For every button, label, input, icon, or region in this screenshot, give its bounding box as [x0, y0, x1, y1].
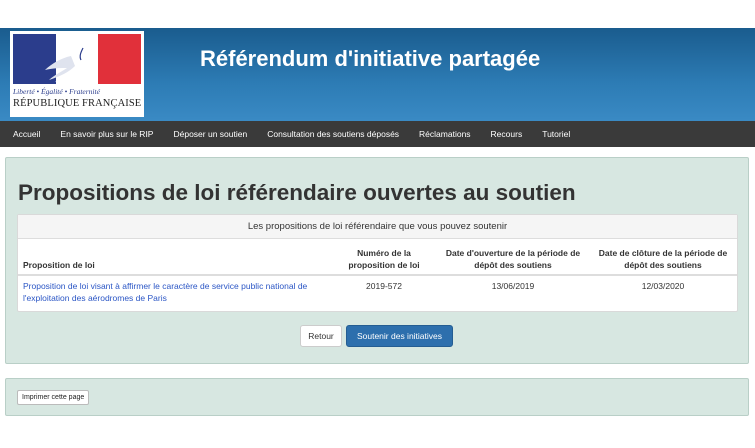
table-header-row: Proposition de loi Numéro de la proposit… [18, 239, 737, 276]
marianne-flag [13, 34, 141, 84]
logo-republique: RÉPUBLIQUE FRANÇAISE [13, 98, 142, 109]
back-button[interactable]: Retour [300, 325, 342, 347]
page-title: Propositions de loi référendaire ouverte… [18, 180, 576, 205]
logo-motto: Liberté • Égalité • Fraternité [13, 87, 100, 96]
action-buttons: Retour Soutenir des initiatives [6, 325, 748, 347]
nav-item-reclamations[interactable]: Réclamations [419, 129, 471, 139]
table-row: Proposition de loi visant à affirmer le … [18, 275, 737, 308]
site-title: Référendum d'initiative partagée [200, 46, 541, 71]
propositions-table: Proposition de loi Numéro de la proposit… [18, 239, 737, 308]
column-header-proposition: Proposition de loi [18, 239, 331, 276]
proposition-cell: Proposition de loi visant à affirmer le … [18, 275, 331, 308]
proposition-link[interactable]: Proposition de loi visant à affirmer le … [23, 281, 307, 303]
nav-item-consultation[interactable]: Consultation des soutiens déposés [267, 129, 399, 139]
propositions-panel: Propositions de loi référendaire ouverte… [5, 157, 749, 364]
main-navbar: Accueil En savoir plus sur le RIP Dépose… [0, 121, 755, 147]
column-header-date-cloture: Date de clôture de la période de dépôt d… [589, 239, 737, 276]
print-panel: Imprimer cette page [5, 378, 749, 416]
nav-item-deposer-soutien[interactable]: Déposer un soutien [173, 129, 247, 139]
republique-francaise-logo[interactable]: Liberté • Égalité • Fraternité RÉPUBLIQU… [10, 31, 144, 117]
marianne-icon [45, 36, 96, 82]
proposition-number: 2019-572 [366, 281, 402, 291]
nav-item-accueil[interactable]: Accueil [13, 129, 40, 139]
proposition-close-date: 12/03/2020 [641, 281, 685, 291]
support-initiatives-button[interactable]: Soutenir des initiatives [346, 325, 453, 347]
table-caption: Les propositions de loi référendaire que… [18, 215, 737, 239]
site-header: Liberté • Égalité • Fraternité RÉPUBLIQU… [0, 28, 755, 121]
column-header-date-ouverture: Date d'ouverture de la période de dépôt … [437, 239, 589, 276]
column-header-numero: Numéro de la proposition de loi [331, 239, 437, 276]
proposition-open-date: 13/06/2019 [491, 281, 535, 291]
page: Liberté • Égalité • Fraternité RÉPUBLIQU… [0, 0, 755, 448]
nav-item-recours[interactable]: Recours [491, 129, 523, 139]
propositions-table-box: Les propositions de loi référendaire que… [17, 214, 738, 312]
nav-item-en-savoir-plus[interactable]: En savoir plus sur le RIP [60, 129, 153, 139]
print-page-button[interactable]: Imprimer cette page [17, 390, 90, 405]
nav-item-tutoriel[interactable]: Tutoriel [542, 129, 570, 139]
